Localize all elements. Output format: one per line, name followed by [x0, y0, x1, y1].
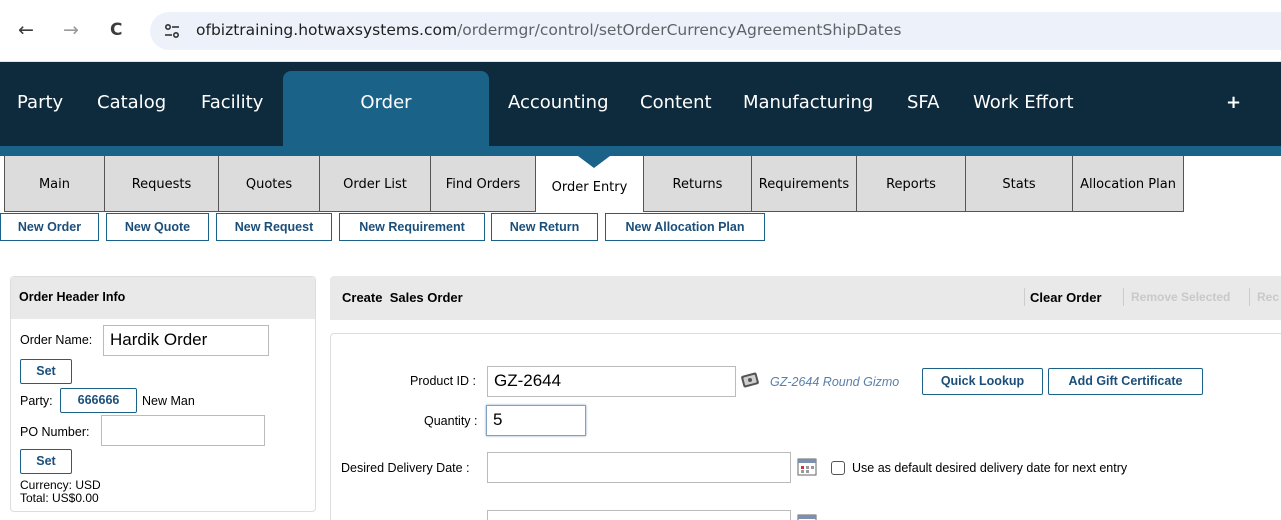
party-name: New Man	[142, 394, 195, 408]
truncated-link[interactable]: Rec	[1257, 290, 1279, 304]
new-return-button[interactable]: New Return	[491, 213, 598, 241]
back-icon[interactable]: ←	[18, 18, 34, 42]
tab-reports[interactable]: Reports	[856, 156, 966, 212]
currency-text: Currency: USD	[20, 478, 101, 492]
product-id-label: Product ID :	[410, 374, 476, 388]
address-bar[interactable]: ofbiztraining.hotwaxsystems.com/ordermgr…	[150, 12, 1281, 50]
divider	[1123, 288, 1124, 306]
total-text: Total: US$0.00	[20, 491, 99, 505]
main-navigation: Order Party Catalog Facility Accounting …	[0, 62, 1281, 208]
new-requirement-button[interactable]: New Requirement	[339, 213, 485, 241]
tab-returns[interactable]: Returns	[643, 156, 752, 212]
nav-item-manufacturing[interactable]: Manufacturing	[743, 92, 873, 113]
nav-stripe	[0, 146, 1281, 156]
party-id-link[interactable]: 666666	[60, 388, 137, 413]
tab-allocation-plan[interactable]: Allocation Plan	[1072, 156, 1184, 212]
default-date-checkbox-label: Use as default desired delivery date for…	[852, 461, 1128, 475]
new-quote-button[interactable]: New Quote	[106, 213, 209, 241]
product-description: GZ-2644 Round Gizmo	[770, 375, 900, 389]
browser-toolbar: ← → C ofbiztraining.hotwaxsystems.com/or…	[0, 0, 1281, 62]
tab-quotes[interactable]: Quotes	[218, 156, 320, 212]
remove-selected-link[interactable]: Remove Selected	[1131, 290, 1230, 304]
nav-item-accounting[interactable]: Accounting	[508, 92, 609, 113]
divider	[1024, 288, 1025, 306]
site-settings-icon[interactable]	[162, 21, 182, 41]
order-name-input[interactable]: Hardik Order	[103, 325, 269, 356]
tab-find-orders[interactable]: Find Orders	[430, 156, 536, 212]
product-id-input[interactable]: GZ-2644	[487, 366, 736, 397]
reload-icon[interactable]: C	[110, 18, 122, 42]
clear-order-link[interactable]: Clear Order	[1030, 290, 1102, 305]
tab-requirements[interactable]: Requirements	[751, 156, 857, 212]
nav-item-content[interactable]: Content	[640, 92, 712, 113]
quantity-input[interactable]: 5	[486, 405, 586, 436]
nav-item-sfa[interactable]: SFA	[907, 92, 939, 113]
url-path: /ordermgr/control/setOrderCurrencyAgreem…	[457, 21, 902, 39]
new-order-button[interactable]: New Order	[0, 213, 99, 241]
calendar-icon[interactable]	[797, 458, 817, 476]
panel-title: Order Header Info	[11, 277, 315, 319]
active-tab-pointer	[578, 156, 610, 168]
nav-item-work-effort[interactable]: Work Effort	[973, 92, 1074, 113]
divider	[1249, 288, 1250, 306]
url-text[interactable]: ofbiztraining.hotwaxsystems.com/ordermgr…	[196, 21, 901, 39]
tab-requests[interactable]: Requests	[104, 156, 219, 212]
nav-item-party[interactable]: Party	[17, 92, 63, 113]
sub-tabs: Main Requests Quotes Order List Find Ord…	[0, 156, 1281, 212]
po-number-input[interactable]	[101, 415, 265, 446]
calendar-icon[interactable]	[797, 514, 817, 520]
party-label: Party:	[20, 394, 53, 408]
set-order-name-button[interactable]: Set	[20, 359, 72, 384]
tab-stats[interactable]: Stats	[965, 156, 1073, 212]
nav-item-label: Order	[360, 92, 412, 113]
quick-lookup-button[interactable]: Quick Lookup	[922, 368, 1043, 395]
url-domain: ofbiztraining.hotwaxsystems.com	[196, 21, 458, 39]
default-date-checkbox[interactable]	[831, 461, 845, 475]
new-allocation-plan-button[interactable]: New Allocation Plan	[605, 213, 765, 241]
second-date-input[interactable]	[487, 510, 791, 520]
nav-item-facility[interactable]: Facility	[201, 92, 263, 113]
order-name-label: Order Name:	[20, 333, 93, 347]
nav-more-button[interactable]: +	[1226, 92, 1241, 113]
tab-order-list[interactable]: Order List	[319, 156, 431, 212]
set-po-number-button[interactable]: Set	[20, 449, 72, 474]
product-lookup-icon[interactable]	[740, 371, 762, 389]
desired-delivery-date-input[interactable]	[487, 452, 791, 483]
forward-icon[interactable]: →	[63, 18, 79, 42]
create-order-title: Create Sales Order	[342, 290, 463, 305]
desired-delivery-date-label: Desired Delivery Date :	[341, 461, 470, 475]
quantity-label: Quantity :	[424, 414, 478, 428]
nav-item-catalog[interactable]: Catalog	[97, 92, 166, 113]
po-number-label: PO Number:	[20, 425, 90, 439]
tab-main[interactable]: Main	[4, 156, 105, 212]
add-gift-certificate-button[interactable]: Add Gift Certificate	[1048, 368, 1203, 395]
new-request-button[interactable]: New Request	[216, 213, 332, 241]
